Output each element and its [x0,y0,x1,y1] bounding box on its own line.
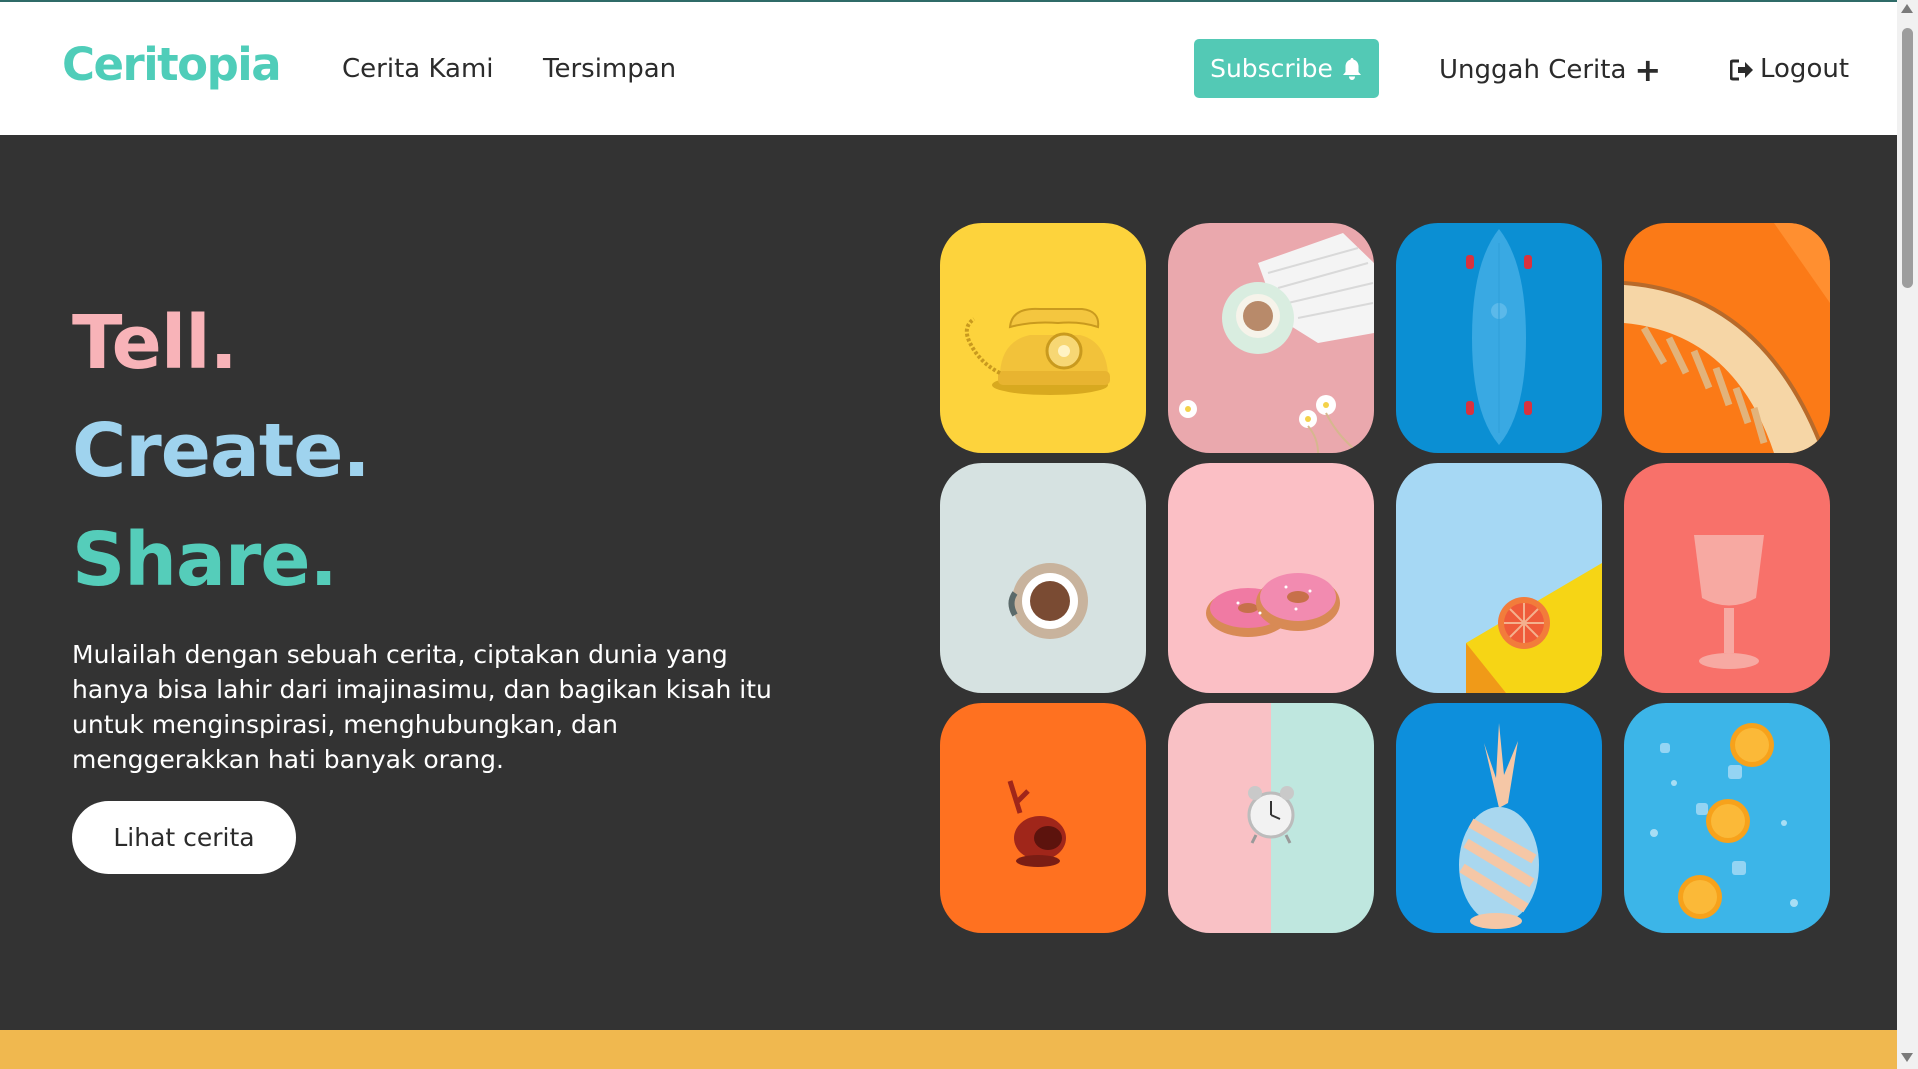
scrollbar-thumb[interactable] [1902,28,1913,288]
coffee-cup-image [940,463,1146,693]
upload-story-link[interactable]: Unggah Cerita + [1439,54,1661,86]
gallery-tile-goblet[interactable] [1624,463,1830,693]
gallery-tile-grapefruit[interactable] [1396,463,1602,693]
skateboard-image [1396,223,1602,453]
plus-icon: + [1634,51,1662,89]
goblet-image [1624,463,1830,693]
headline-share: Share. [72,517,338,603]
upload-story-label: Unggah Cerita [1439,55,1627,85]
gallery-tile-telephone[interactable] [940,223,1146,453]
nav-link-cerita-kami[interactable]: Cerita Kami [342,54,494,84]
gallery-tile-pineapple[interactable] [1396,703,1602,933]
gallery-tile-donuts[interactable] [1168,463,1374,693]
coffee-napkin-image [1168,223,1374,453]
headline-tell: Tell. [72,300,238,386]
gallery-tile-coffee-cup[interactable] [940,463,1146,693]
architecture-image [1624,223,1830,453]
orange-slices-image [1624,703,1830,933]
brand-logo[interactable]: Ceritopia [62,38,282,91]
gallery-tile-orange-slices[interactable] [1624,703,1830,933]
bottom-section-strip [0,1030,1897,1069]
nav-link-tersimpan[interactable]: Tersimpan [543,54,676,84]
headline-create: Create. [72,408,371,494]
trumpet-image [940,703,1146,933]
donuts-image [1168,463,1374,693]
navbar: Ceritopia Cerita Kami Tersimpan Subscrib… [0,2,1897,135]
alarm-clock-image [1168,703,1374,933]
subscribe-button[interactable]: Subscribe [1194,39,1379,98]
scroll-down-arrow-icon[interactable] [1901,1053,1913,1062]
hero-section: Tell. Create. Share. Mulailah dengan seb… [0,135,1897,1030]
gallery-tile-skateboard[interactable] [1396,223,1602,453]
vertical-scrollbar[interactable] [1897,0,1918,1069]
sign-out-icon [1729,58,1754,81]
view-stories-button[interactable]: Lihat cerita [72,801,296,874]
gallery-tile-trumpet[interactable] [940,703,1146,933]
pineapple-image [1396,703,1602,933]
grapefruit-image [1396,463,1602,693]
telephone-image [940,223,1146,453]
hero-description: Mulailah dengan sebuah cerita, ciptakan … [72,640,772,774]
scroll-up-arrow-icon[interactable] [1901,4,1913,13]
subscribe-label: Subscribe [1210,54,1333,83]
logout-label: Logout [1760,54,1850,84]
gallery-tile-alarm-clock[interactable] [1168,703,1374,933]
bell-icon [1341,57,1363,81]
gallery-tile-architecture[interactable] [1624,223,1830,453]
logout-link[interactable]: Logout [1729,54,1850,84]
gallery-tile-coffee-napkin[interactable] [1168,223,1374,453]
